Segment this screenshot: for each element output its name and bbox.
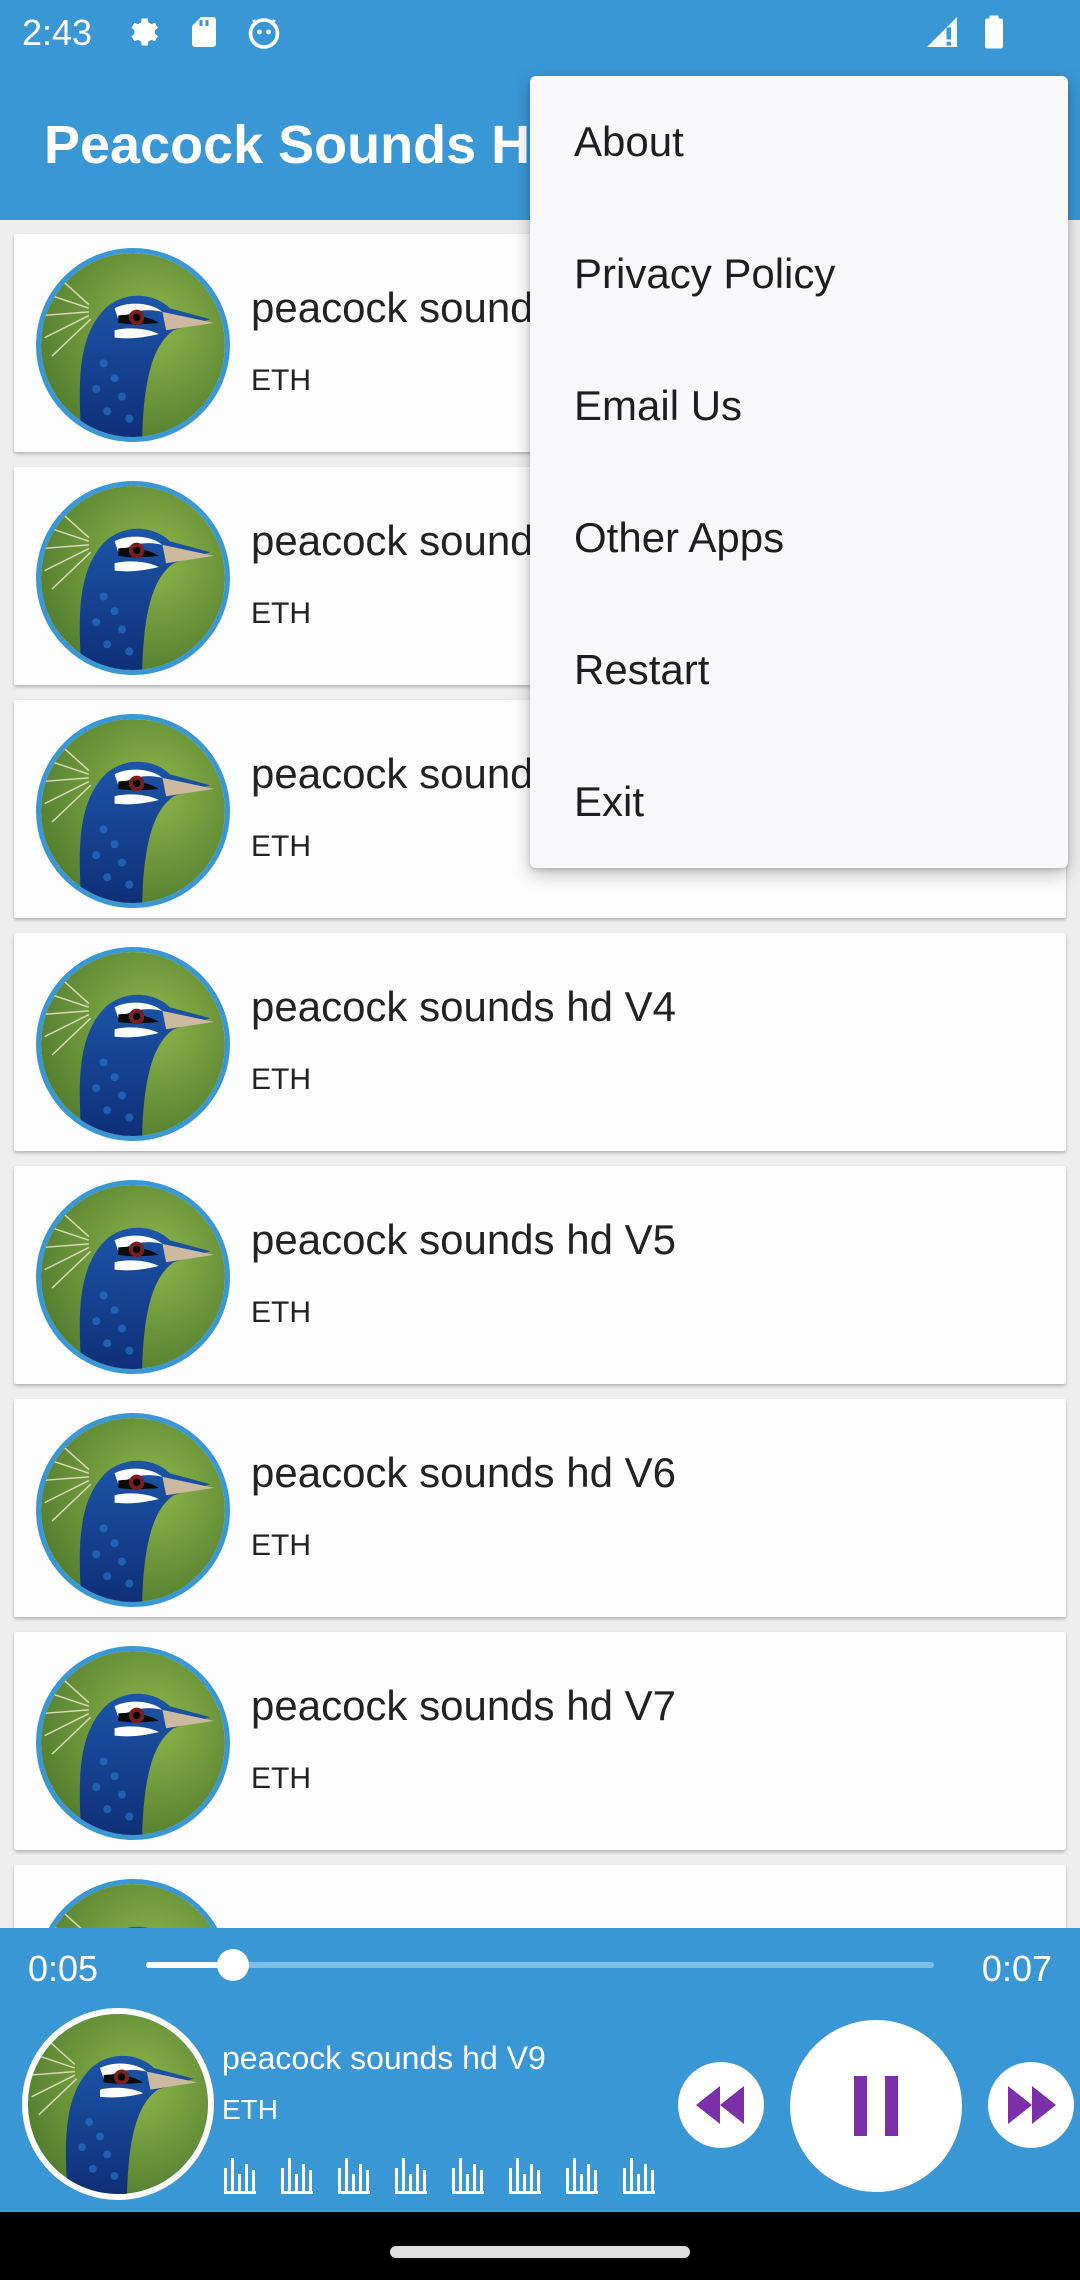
android-face-icon: [248, 18, 280, 49]
menu-item-exit[interactable]: Exit: [530, 736, 1068, 868]
player-bar: 0:05 0:07 peacock sounds hd V9 ETH: [0, 1928, 1080, 2212]
track-list-item[interactable]: peacock sounds hd V4 ETH: [14, 933, 1066, 1151]
track-artwork: [36, 1879, 230, 1928]
overflow-menu: About Privacy Policy Email Us Other Apps…: [530, 76, 1068, 868]
track-artwork: [36, 1180, 230, 1374]
seek-bar[interactable]: [146, 1949, 934, 1981]
fast-forward-icon: [1008, 2086, 1056, 2124]
app-title: Peacock Sounds HD: [44, 115, 570, 175]
menu-item-restart[interactable]: Restart: [530, 604, 1068, 736]
signal-icon: [927, 17, 957, 47]
rewind-button[interactable]: [678, 2062, 764, 2148]
battery-icon: [985, 15, 1003, 49]
track-artist: ETH: [251, 1762, 311, 1795]
track-title: peacock sounds hd V5: [251, 1216, 676, 1263]
track-artist: ETH: [251, 597, 311, 630]
track-artwork: [36, 947, 230, 1141]
settings-gear-icon: [131, 18, 158, 46]
menu-item-privacy-policy[interactable]: Privacy Policy: [530, 208, 1068, 340]
track-artwork: [36, 1646, 230, 1840]
current-time: 0:05: [28, 1948, 99, 1989]
track-list-item[interactable]: peacock sounds hd V5 ETH: [14, 1166, 1066, 1384]
track-list-item[interactable]: peacock sounds hd V6 ETH: [14, 1399, 1066, 1617]
now-playing-title: peacock sounds hd V9: [222, 2040, 546, 2076]
rewind-icon: [696, 2086, 744, 2124]
track-artwork: [36, 248, 230, 442]
screen: 2:43 Peacock Sounds HD peacock sounds hd…: [0, 0, 1080, 2280]
menu-item-other-apps[interactable]: Other Apps: [530, 472, 1068, 604]
sd-card-icon: [192, 17, 216, 47]
fast-forward-button[interactable]: [988, 2062, 1074, 2148]
track-list-item[interactable]: [14, 1865, 1066, 1928]
track-artwork: [36, 1413, 230, 1607]
track-title: peacock sounds hd V4: [251, 983, 676, 1030]
track-artwork: [36, 714, 230, 908]
track-artwork: [36, 481, 230, 675]
track-artist: ETH: [251, 1063, 311, 1096]
track-artist: ETH: [251, 830, 311, 863]
pause-button[interactable]: [790, 2020, 962, 2192]
track-artist: ETH: [251, 1529, 311, 1562]
track-list-item[interactable]: peacock sounds hd V7 ETH: [14, 1632, 1066, 1850]
navigation-bar: [0, 2212, 1080, 2280]
menu-item-about[interactable]: About: [530, 76, 1068, 208]
track-title: peacock sounds hd V6: [251, 1449, 676, 1496]
track-artist: ETH: [251, 364, 311, 397]
pause-icon: [854, 2076, 898, 2136]
track-artist: ETH: [251, 1296, 311, 1329]
menu-item-email-us[interactable]: Email Us: [530, 340, 1068, 472]
now-playing-artist: ETH: [222, 2094, 278, 2125]
track-title: peacock sounds hd V7: [251, 1682, 676, 1729]
total-time: 0:07: [981, 1948, 1052, 1989]
home-gesture-handle[interactable]: [390, 2246, 690, 2258]
status-time: 2:43: [22, 12, 93, 53]
seek-thumb[interactable]: [216, 1949, 249, 1981]
now-playing-artwork: [22, 2008, 214, 2200]
equalizer-icon: [224, 2158, 655, 2194]
status-bar: 2:43: [0, 0, 1080, 70]
